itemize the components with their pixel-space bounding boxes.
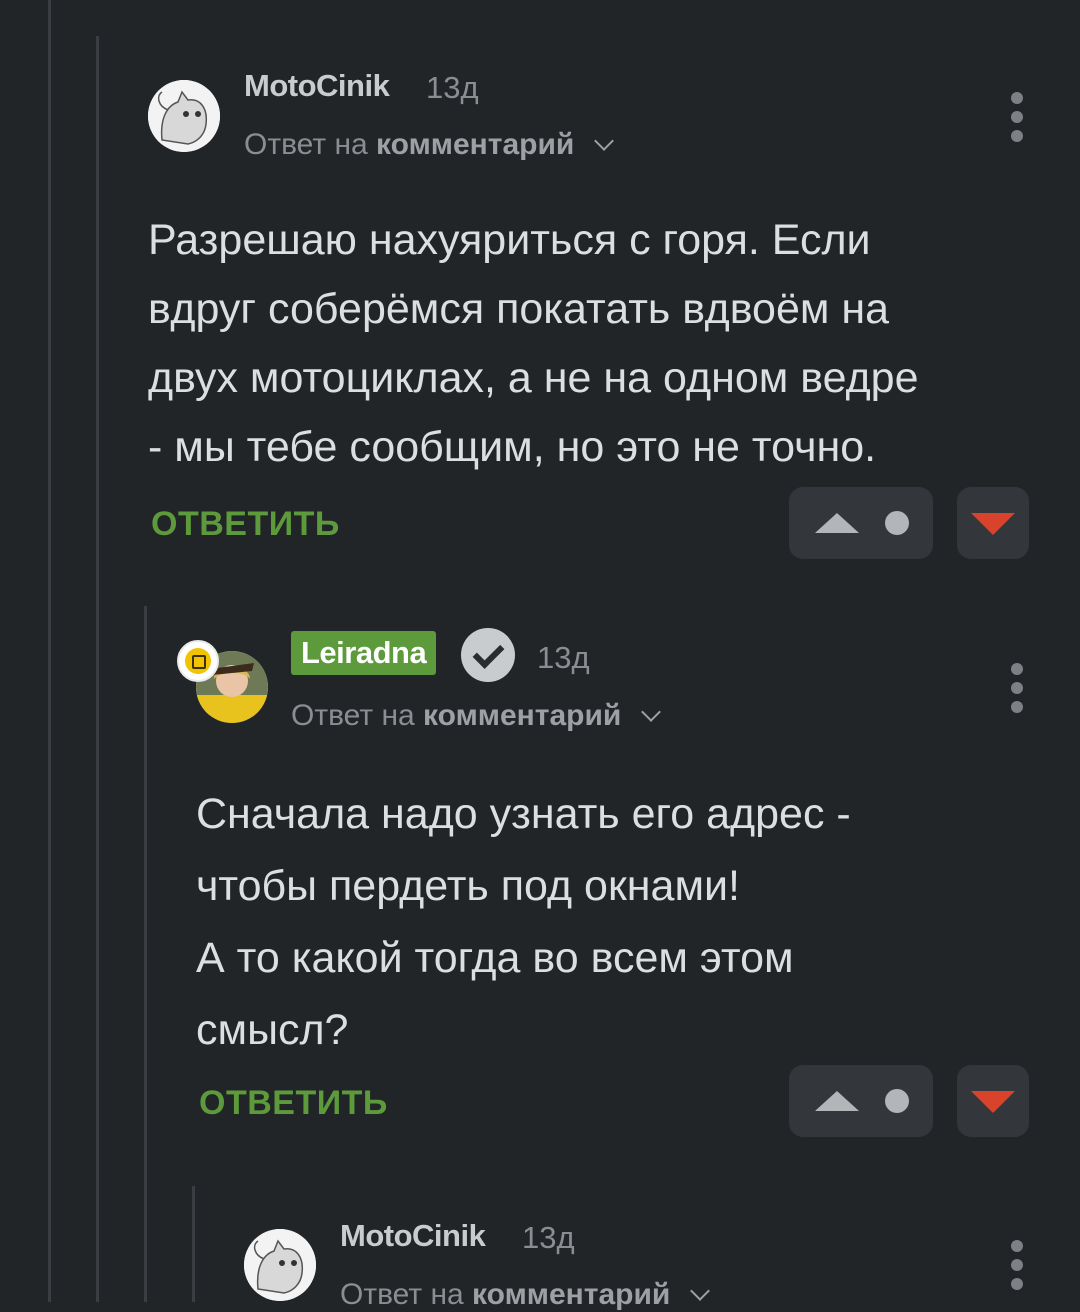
reply-to-target: комментарий bbox=[472, 1278, 671, 1311]
reply-to-prefix: Ответ на bbox=[340, 1278, 464, 1311]
cat-drawing-icon bbox=[244, 1229, 316, 1301]
avatar[interactable] bbox=[244, 1229, 316, 1301]
comment-time: 13д bbox=[522, 1220, 575, 1255]
comment-3: MotoCinik 13д Ответ на комментарий bbox=[0, 0, 1080, 1311]
username[interactable]: MotoCinik bbox=[340, 1218, 486, 1254]
chevron-down-icon bbox=[689, 1281, 710, 1301]
reply-to-link[interactable]: Ответ на комментарий bbox=[340, 1278, 710, 1312]
kebab-menu-icon[interactable] bbox=[1011, 1240, 1023, 1297]
